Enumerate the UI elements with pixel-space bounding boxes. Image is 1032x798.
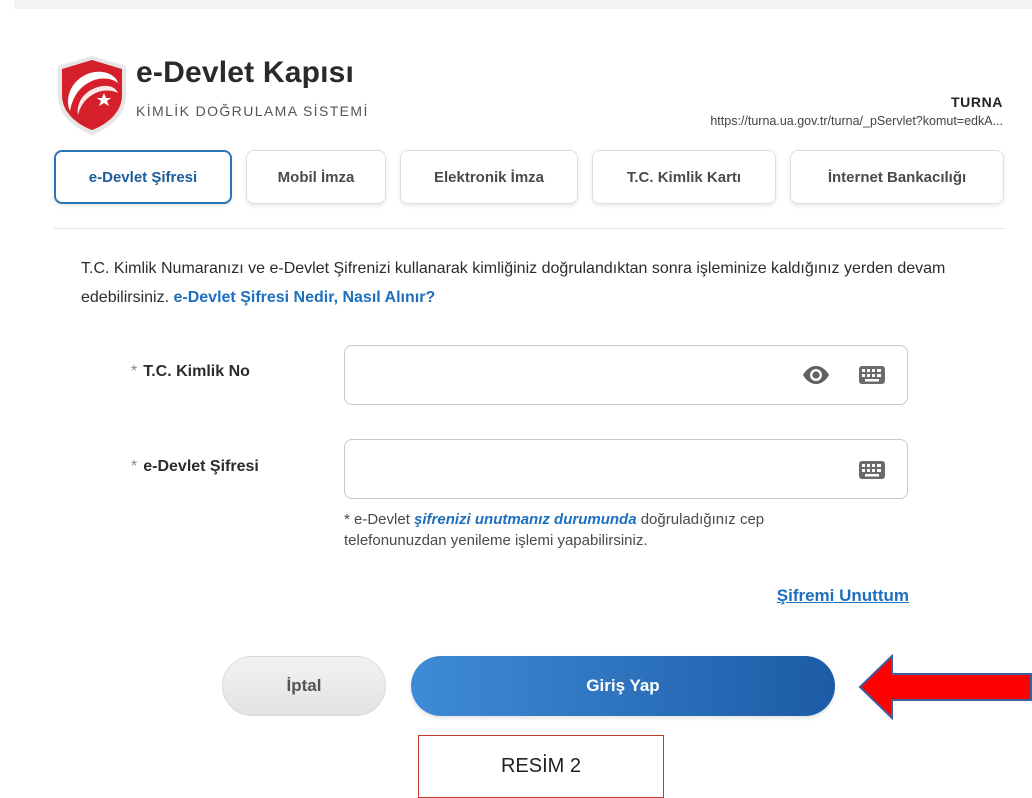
edevlet-shield-icon (54, 53, 130, 137)
tab-tc-kimlik-karti[interactable]: T.C. Kimlik Kartı (592, 150, 776, 204)
password-label-text: e-Devlet Şifresi (143, 458, 259, 475)
tckn-label-text: T.C. Kimlik No (143, 363, 250, 380)
tab-elektronik-imza[interactable]: Elektronik İmza (400, 150, 578, 204)
top-bar (14, 0, 1032, 9)
tab-edevlet-sifresi[interactable]: e-Devlet Şifresi (54, 150, 232, 204)
brand-title: e-Devlet Kapısı (136, 56, 355, 89)
keyboard-icon[interactable] (857, 364, 887, 386)
red-arrow-icon (858, 653, 1032, 721)
tab-mobil-imza[interactable]: Mobil İmza (246, 150, 386, 204)
password-input[interactable] (359, 440, 793, 500)
password-hint: * e-Devlet şifrenizi unutmanız durumunda… (344, 509, 864, 551)
app-name: TURNA (951, 94, 1003, 110)
required-mark: * (131, 363, 138, 380)
hint-emphasis: şifrenizi unutmanız durumunda (414, 511, 637, 528)
what-is-password-link[interactable]: e-Devlet Şifresi Nedir, Nasıl Alınır? (174, 289, 436, 306)
keyboard-icon[interactable] (857, 459, 887, 481)
password-field (344, 439, 908, 500)
brand-subtitle: KİMLİK DOĞRULAMA SİSTEMİ (136, 103, 369, 119)
app-url: https://turna.ua.gov.tr/turna/_pServlet?… (710, 114, 1003, 128)
cancel-button[interactable]: İptal (222, 656, 386, 716)
tckn-label: * T.C. Kimlik No (131, 363, 250, 381)
intro-text: T.C. Kimlik Numaranızı ve e-Devlet Şifre… (81, 254, 961, 312)
password-label: * e-Devlet Şifresi (131, 458, 259, 476)
tab-divider (54, 228, 1004, 229)
login-button[interactable]: Giriş Yap (411, 656, 835, 716)
figure-caption: RESİM 2 (418, 735, 664, 798)
tab-internet-bankaciligi[interactable]: İnternet Bankacılığı (790, 150, 1004, 204)
required-mark: * (131, 458, 138, 475)
tckn-input[interactable] (359, 346, 793, 406)
hint-prefix: * e-Devlet (344, 511, 410, 528)
forgot-password-link[interactable]: Şifremi Unuttum (777, 586, 909, 606)
eye-icon[interactable] (801, 364, 831, 386)
tckn-field (344, 345, 908, 406)
